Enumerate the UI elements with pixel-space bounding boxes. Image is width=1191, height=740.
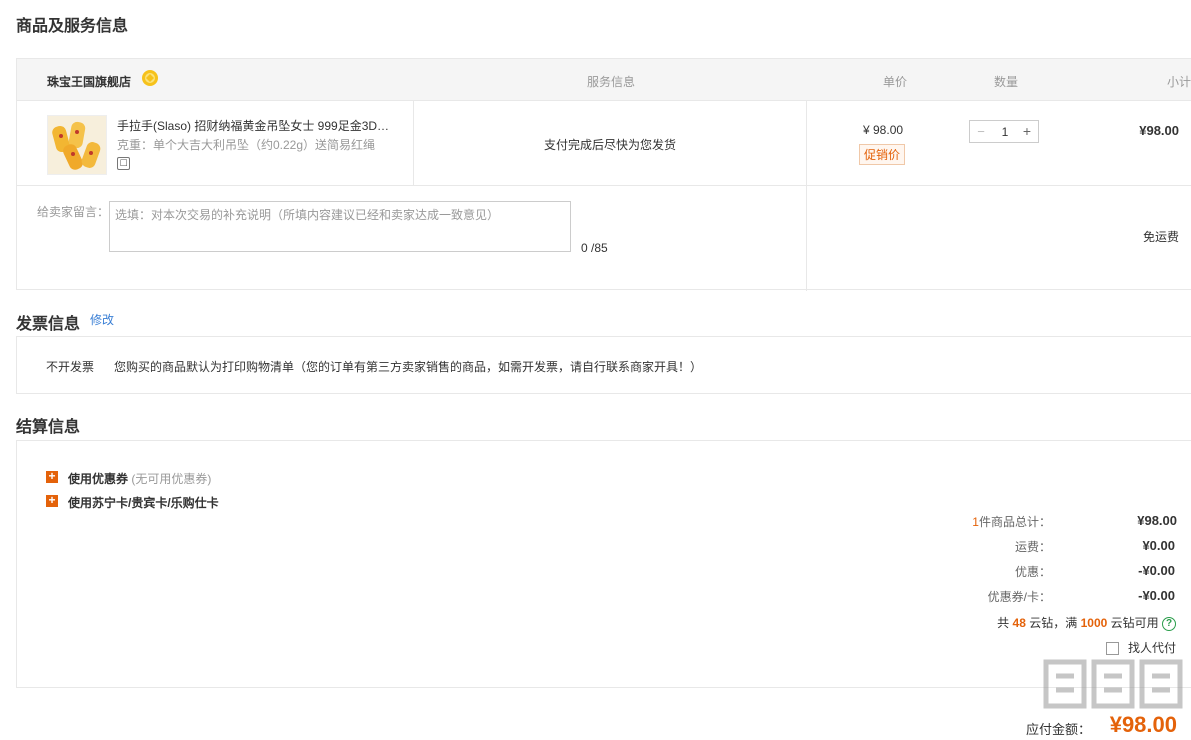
divider — [413, 101, 414, 186]
product-spec-text: 克重：单个大吉大利吊坠（约0.22g）送简易红绳 — [117, 138, 376, 152]
coin-threshold: 1000 — [1080, 616, 1108, 630]
settle-section-title: 结算信息 — [16, 419, 81, 436]
watermark-logo — [1043, 659, 1183, 709]
coupon-note: (无可用优惠券) — [131, 472, 212, 486]
goods-total: ¥98.00 — [1137, 513, 1177, 528]
summary-row-goods: 1件商品总计： ¥98.00 — [865, 513, 1177, 533]
quantity-stepper[interactable]: − 1 + — [969, 120, 1039, 143]
coin-post-text: 云钻可用 — [1110, 616, 1159, 630]
proxy-pay-checkbox[interactable] — [1105, 642, 1119, 656]
coupon-card-value: -¥0.00 — [1138, 588, 1175, 603]
message-label: 给卖家留言： — [37, 205, 110, 219]
invoice-section-title: 发票信息 — [16, 316, 81, 333]
order-box: 珠宝王国旗舰店 服务信息 单价 数量 小计 手拉手(Slaso) 招财纳福黄金吊… — [16, 58, 1191, 291]
product-thumbnail[interactable] — [47, 115, 107, 175]
col-subtotal-header: 小计 — [1166, 75, 1191, 89]
coupon-label: 使用优惠券 — [68, 472, 129, 486]
shipping-fee: 免运费 — [1142, 230, 1179, 244]
quantity-value[interactable]: 1 — [992, 125, 1018, 139]
item-subtotal: ¥98.00 — [1139, 123, 1179, 138]
freight-value: ¥0.00 — [1142, 538, 1175, 553]
product-spec: 克重：单个大吉大利吊坠（约0.22g）送简易红绳 ☐ — [117, 136, 387, 172]
proxy-pay-option[interactable]: 找人代付 — [1105, 639, 1176, 656]
help-icon[interactable]: ? — [1162, 616, 1176, 631]
goods-count: 1 — [972, 515, 979, 529]
invoice-edit-link[interactable]: 修改 — [90, 311, 114, 328]
seller-message-input[interactable] — [109, 201, 571, 252]
divider — [806, 101, 807, 291]
col-service-header: 服务信息 — [587, 75, 636, 89]
coin-count: 48 — [1012, 616, 1026, 630]
proxy-pay-label: 找人代付 — [1127, 641, 1176, 655]
order-header: 珠宝王国旗舰店 服务信息 单价 数量 小计 — [17, 59, 1191, 101]
use-card-option[interactable]: 使用苏宁卡/贵宾卡/乐购仕卡 — [68, 494, 219, 511]
gold-medal-icon — [142, 70, 158, 86]
promo-price-tag: 促销价 — [859, 144, 906, 165]
goods-section-title: 商品及服务信息 — [16, 18, 129, 35]
store-name[interactable]: 珠宝王国旗舰店 — [47, 73, 131, 90]
unit-price: ¥ 98.00 — [863, 123, 904, 137]
col-qty-header: 数量 — [994, 75, 1019, 89]
use-coupon-option[interactable]: 使用优惠券 (无可用优惠券) — [68, 470, 211, 487]
decrease-button[interactable]: − — [974, 124, 988, 139]
message-char-count: 0 /85 — [581, 241, 608, 255]
discount-label: 优惠： — [1014, 565, 1051, 579]
increase-button[interactable]: + — [1020, 123, 1034, 139]
col-price-header: 单价 — [883, 75, 908, 89]
coin-mid-text: 云钻，满 — [1029, 616, 1078, 630]
picture-icon[interactable]: ☐ — [117, 157, 130, 171]
cloud-coin-info: 共 48 云钻，满 1000 云钻可用 ? — [997, 614, 1176, 631]
goods-count-label: 1件商品总计： — [972, 513, 1051, 530]
invoice-type: 不开发票 — [46, 360, 95, 374]
invoice-box: 不开发票 您购买的商品默认为打印购物清单（您的订单有第三方卖家销售的商品，如需开… — [16, 336, 1191, 394]
summary-row-freight: 运费： ¥0.00 — [865, 538, 1175, 558]
payable-amount: ¥98.00 — [1109, 712, 1177, 737]
expand-coupon-icon[interactable]: + — [46, 470, 58, 483]
product-title[interactable]: 手拉手(Slaso) 招财纳福黄金吊坠女士 999足金3D… — [117, 117, 397, 134]
freight-label: 运费： — [1014, 540, 1051, 554]
summary-row-discount: 优惠： -¥0.00 — [865, 563, 1175, 583]
product-image — [48, 116, 106, 174]
service-info: 支付完成后尽快为您发货 — [544, 138, 677, 152]
expand-card-icon[interactable]: + — [46, 494, 58, 507]
goods-count-text: 件商品总计： — [978, 515, 1051, 529]
discount-value: -¥0.00 — [1138, 563, 1175, 578]
invoice-description: 您购买的商品默认为打印购物清单（您的订单有第三方卖家销售的商品，如需开发票，请自… — [114, 360, 703, 374]
divider — [17, 185, 1191, 186]
coupon-card-label: 优惠券/卡： — [987, 590, 1051, 604]
coin-pre-text: 共 — [997, 616, 1010, 630]
summary-row-coupon-card: 优惠券/卡： -¥0.00 — [865, 588, 1175, 608]
payable-label: 应付金额： — [1026, 722, 1092, 737]
